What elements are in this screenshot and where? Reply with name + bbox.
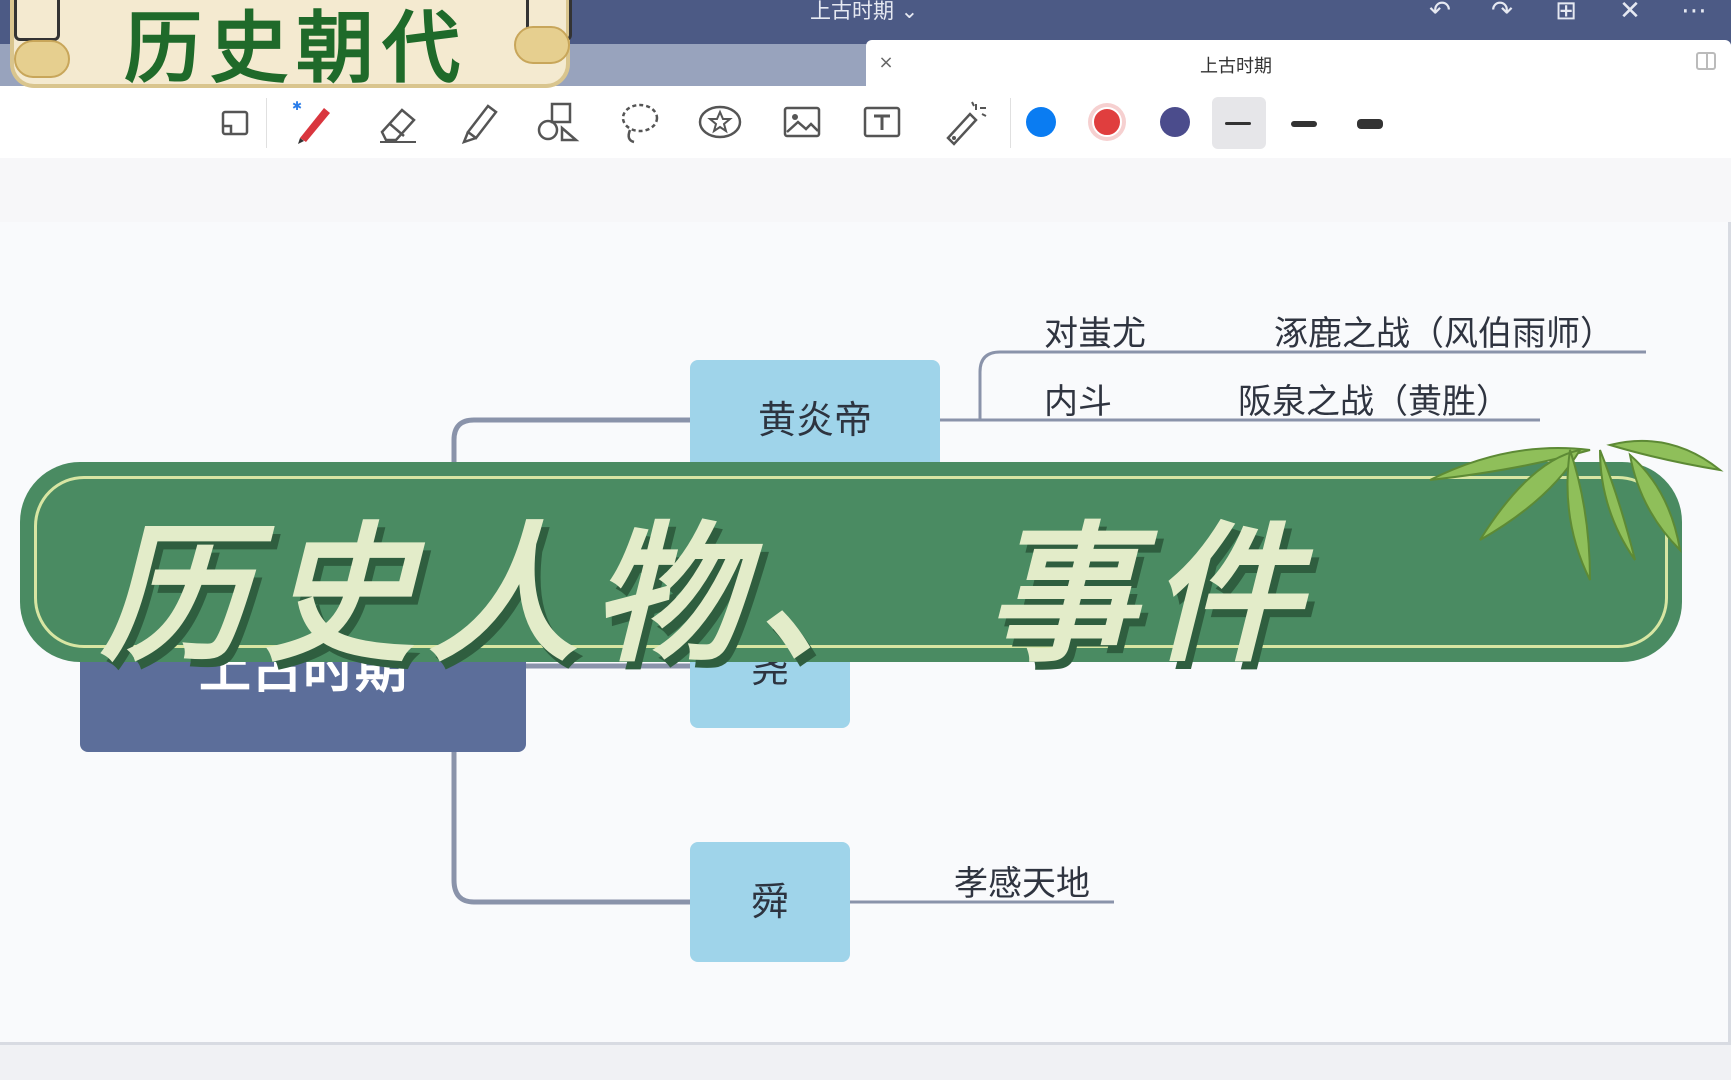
mindmap-leaf[interactable]: 涿鹿之战（风伯雨师） (1274, 306, 1614, 355)
frame-ornament (14, 0, 60, 41)
mindmap-leaf[interactable]: 对蚩尤 (1044, 306, 1146, 355)
logo-text: 历史朝代 (124, 3, 469, 94)
mindmap-leaf[interactable]: 阪泉之战（黄胜） (1238, 374, 1510, 423)
mindmap-node-shun[interactable]: 舜 (690, 842, 850, 962)
cloud-ornament (514, 26, 570, 64)
mindmap-leaf[interactable]: 内斗 (1044, 374, 1112, 423)
banner-title: 历史人物、 事件 (100, 507, 1315, 683)
logo-banner: 历史朝代 (10, 0, 572, 94)
mindmap-leaf[interactable]: 孝感天地 (954, 856, 1090, 905)
bamboo-leaves-icon (1429, 439, 1724, 581)
cloud-ornament (14, 40, 70, 78)
